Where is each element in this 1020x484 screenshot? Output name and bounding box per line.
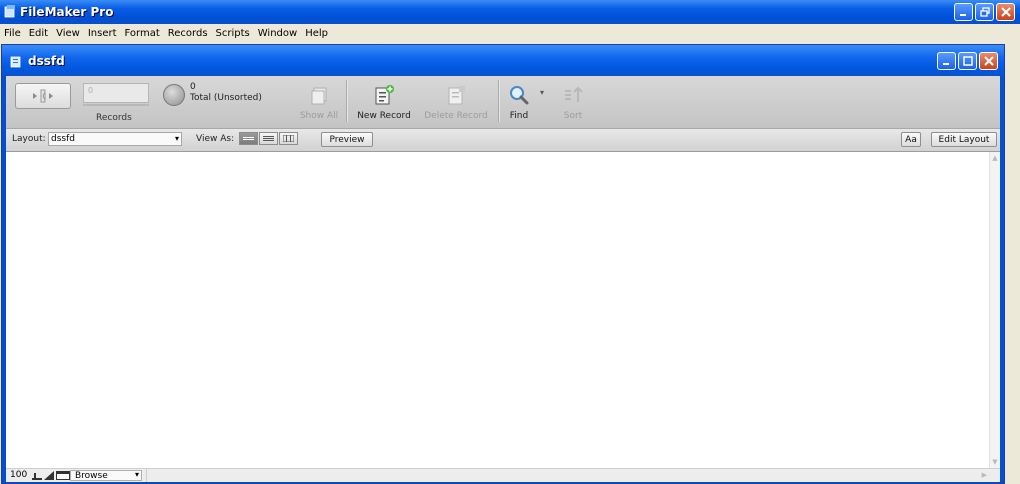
status-toolbar: 0 Records 0 Total (Unsorted) Show All Ne… bbox=[6, 76, 1000, 129]
status-bar: 100 Browse ▾ ▶ bbox=[6, 468, 1000, 482]
view-as-table-button[interactable] bbox=[279, 132, 298, 145]
menu-edit[interactable]: Edit bbox=[25, 28, 52, 39]
zoom-out-icon[interactable] bbox=[32, 471, 42, 480]
scroll-up-icon[interactable]: ▲ bbox=[990, 153, 1000, 163]
menu-format[interactable]: Format bbox=[121, 28, 164, 39]
horizontal-scrollbar[interactable]: ▶ bbox=[146, 469, 989, 482]
restore-icon bbox=[979, 7, 990, 17]
doc-close-button[interactable] bbox=[979, 52, 998, 70]
preview-button[interactable]: Preview bbox=[321, 132, 373, 147]
table-icon bbox=[283, 135, 294, 142]
record-navigation-book[interactable] bbox=[15, 83, 71, 109]
doc-minimize-button[interactable] bbox=[937, 52, 956, 70]
mode-select[interactable]: Browse ▾ bbox=[70, 470, 142, 481]
filemaker-app: FileMaker Pro File Edit View Insert Form… bbox=[0, 0, 1020, 484]
find-label: Find bbox=[509, 111, 529, 121]
edit-layout-button[interactable]: Edit Layout bbox=[931, 132, 997, 147]
menu-view[interactable]: View bbox=[52, 28, 84, 39]
document-window: dssfd 0 Records 0 Total (Unsorted) Show … bbox=[1, 44, 1005, 484]
view-as-label: View As: bbox=[196, 134, 235, 144]
delete-record-icon bbox=[448, 86, 465, 105]
view-as-list-button[interactable] bbox=[259, 132, 278, 145]
app-minimize-button[interactable] bbox=[954, 3, 973, 21]
record-content-area[interactable] bbox=[6, 152, 989, 468]
layout-select[interactable]: dssfd ▾ bbox=[48, 132, 182, 146]
show-all-button[interactable]: Show All bbox=[296, 80, 342, 121]
sort-icon bbox=[565, 86, 583, 102]
show-all-label: Show All bbox=[299, 111, 339, 121]
menu-help[interactable]: Help bbox=[301, 28, 332, 39]
show-all-icon bbox=[311, 87, 327, 105]
new-record-button[interactable]: New Record bbox=[353, 80, 415, 121]
scroll-down-icon[interactable]: ▼ bbox=[990, 457, 1000, 467]
doc-maximize-button[interactable] bbox=[958, 52, 977, 70]
menu-insert[interactable]: Insert bbox=[84, 28, 121, 39]
menu-file[interactable]: File bbox=[0, 28, 25, 39]
menu-bar: File Edit View Insert Format Records Scr… bbox=[0, 24, 1020, 43]
sort-button[interactable]: Sort bbox=[559, 80, 587, 121]
close-icon bbox=[1000, 7, 1011, 17]
sort-label: Sort bbox=[563, 111, 583, 121]
close-icon bbox=[983, 56, 994, 66]
toolbar-separator bbox=[498, 80, 499, 122]
chevron-down-icon: ▾ bbox=[174, 134, 179, 143]
record-count: 0 bbox=[190, 82, 196, 92]
app-titlebar[interactable]: FileMaker Pro bbox=[0, 0, 1020, 24]
layout-label: Layout: bbox=[12, 134, 46, 144]
view-as-buttons bbox=[239, 132, 298, 145]
find-options-chevron-icon[interactable]: ▾ bbox=[540, 88, 544, 97]
menu-records[interactable]: Records bbox=[164, 28, 212, 39]
scroll-right-icon[interactable]: ▶ bbox=[982, 469, 987, 482]
app-restore-button[interactable] bbox=[975, 3, 994, 21]
book-icon bbox=[33, 89, 53, 103]
records-label: Records bbox=[96, 113, 132, 123]
record-number-input[interactable]: 0 bbox=[83, 83, 149, 103]
find-button[interactable]: Find bbox=[504, 80, 534, 121]
new-record-icon bbox=[375, 85, 394, 105]
zoom-in-icon[interactable] bbox=[44, 471, 54, 480]
zoom-level[interactable]: 100 bbox=[10, 469, 27, 482]
maximize-icon bbox=[962, 56, 973, 66]
database-file-icon bbox=[10, 56, 21, 68]
document-titlebar[interactable]: dssfd bbox=[2, 45, 1004, 76]
record-slider[interactable] bbox=[83, 104, 149, 106]
menu-window[interactable]: Window bbox=[254, 28, 301, 39]
menu-scripts[interactable]: Scripts bbox=[212, 28, 254, 39]
app-title: FileMaker Pro bbox=[20, 5, 114, 19]
minimize-icon bbox=[943, 62, 949, 65]
document-title: dssfd bbox=[28, 54, 65, 68]
vertical-scrollbar[interactable]: ▲ ▼ bbox=[989, 152, 1000, 468]
view-as-form-button[interactable] bbox=[239, 132, 258, 145]
record-status: Total (Unsorted) bbox=[190, 93, 262, 103]
delete-record-label: Delete Record bbox=[424, 111, 488, 121]
layout-bar: Layout: dssfd ▾ View As: Preview Aa Edit… bbox=[6, 129, 1000, 152]
toolbar-separator bbox=[346, 80, 347, 122]
filemaker-app-icon bbox=[4, 5, 15, 18]
layout-select-value: dssfd bbox=[51, 134, 75, 144]
mode-select-value: Browse bbox=[75, 471, 108, 481]
status-toolbar-toggle-icon[interactable] bbox=[56, 471, 70, 480]
minimize-icon bbox=[960, 13, 966, 16]
magnifier-icon bbox=[510, 86, 529, 105]
chevron-down-icon: ▾ bbox=[134, 470, 139, 479]
new-record-label: New Record bbox=[357, 111, 411, 121]
found-set-pie-icon bbox=[163, 84, 185, 106]
delete-record-button[interactable]: Delete Record bbox=[421, 80, 491, 121]
app-close-button[interactable] bbox=[996, 3, 1015, 21]
text-format-button[interactable]: Aa bbox=[901, 132, 921, 147]
